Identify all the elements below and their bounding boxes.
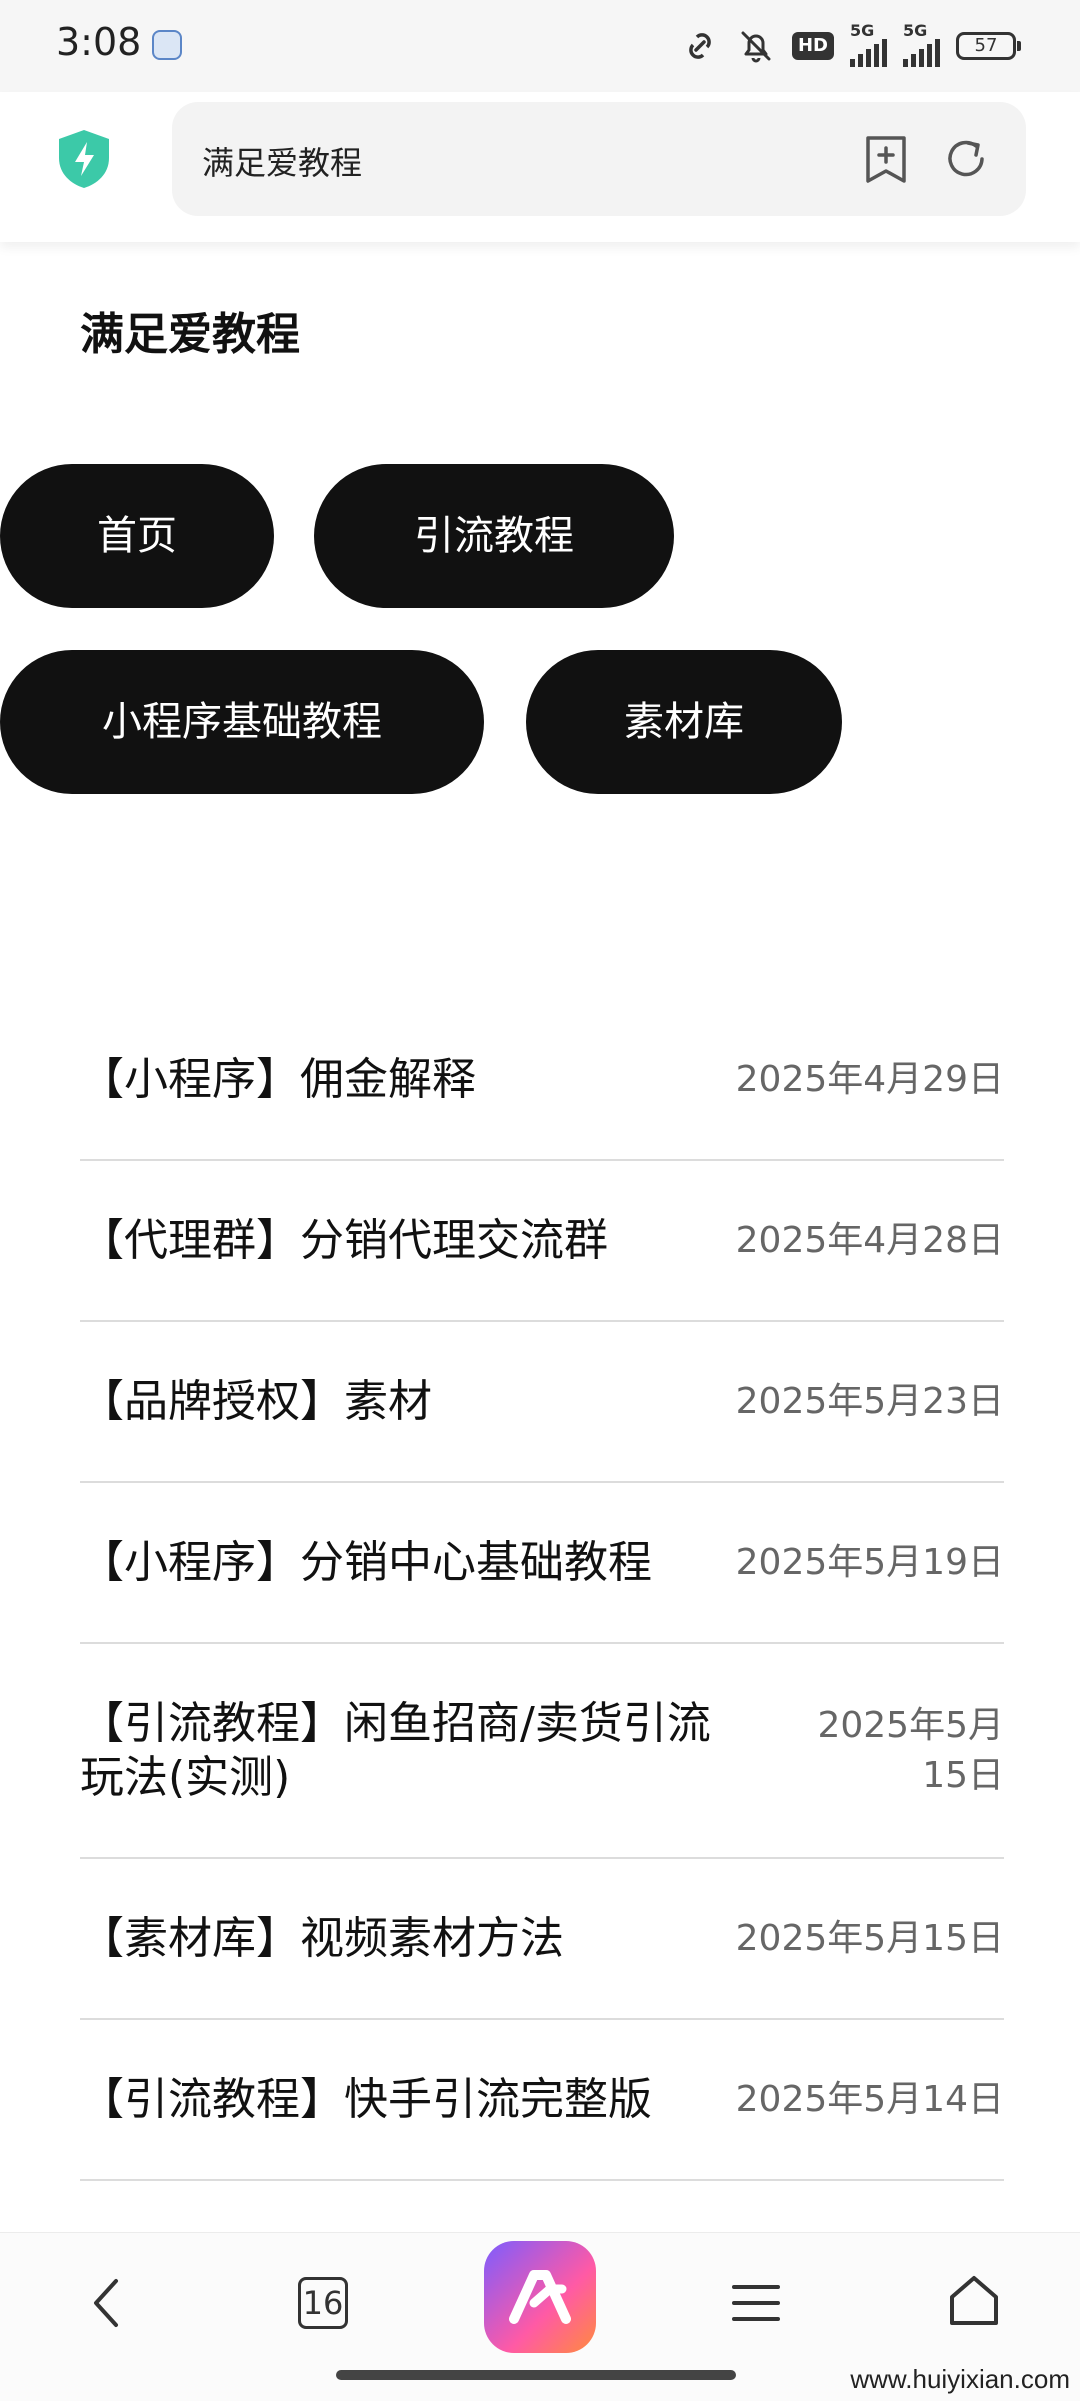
- article-title[interactable]: 【小程序】分销中心基础教程: [80, 1536, 720, 1590]
- nav-pill-miniprogram-basics[interactable]: 小程序基础教程: [0, 650, 484, 794]
- refresh-icon[interactable]: [942, 135, 990, 183]
- article-title[interactable]: 【素材库】视频素材方法: [80, 1912, 720, 1966]
- article-date: 2025年4月29日: [735, 1058, 1004, 1100]
- nav-pill-home[interactable]: 首页: [0, 464, 274, 608]
- article-date: 2025年5月14日: [735, 2078, 1004, 2120]
- article-title[interactable]: 【小程序】佣金解释: [80, 1053, 720, 1107]
- signal-icon: 5G: [850, 21, 887, 67]
- browser-toolbar: 满足爱教程: [0, 92, 1080, 242]
- battery-icon: 57: [956, 32, 1021, 60]
- home-icon[interactable]: [946, 2273, 1002, 2329]
- list-item[interactable]: 【小程序】分销中心基础教程 2025年5月19日: [80, 1483, 1004, 1644]
- article-date: 2025年5月15日: [735, 1917, 1004, 1959]
- back-icon[interactable]: [86, 2273, 126, 2333]
- article-date: 2025年4月28日: [735, 1219, 1004, 1261]
- article-date: 2025年5月23日: [735, 1380, 1004, 1422]
- article-list: 【小程序】佣金解释 2025年4月29日 【代理群】分销代理交流群 2025年4…: [80, 1000, 1004, 2181]
- article-title[interactable]: 【品牌授权】素材: [80, 1375, 720, 1429]
- shield-bolt-icon[interactable]: [56, 128, 112, 190]
- app-notification-icon: [152, 30, 182, 60]
- address-bar[interactable]: 满足爱教程: [172, 102, 1026, 216]
- hd-badge: HD: [791, 32, 834, 60]
- watermark-text: www.huiyixian.com: [850, 2364, 1070, 2394]
- ai-logo-icon: [509, 2270, 571, 2324]
- nav-pill-traffic-tutorial[interactable]: 引流教程: [314, 464, 674, 608]
- address-text[interactable]: 满足爱教程: [202, 138, 362, 184]
- tabs-button[interactable]: 16: [298, 2277, 348, 2329]
- bell-muted-icon: [741, 31, 771, 63]
- article-date: 2025年5月19日: [735, 1541, 1004, 1583]
- signal-icon: 5G: [903, 21, 940, 67]
- article-title[interactable]: 【代理群】分销代理交流群: [80, 1214, 720, 1268]
- article-date: 2025年5月15日: [817, 1704, 1004, 1796]
- list-item[interactable]: 【引流教程】快手引流完整版 2025年5月14日: [80, 2020, 1004, 2181]
- status-time: 3:08: [56, 20, 142, 64]
- list-item[interactable]: 【引流教程】闲鱼招商/卖货引流玩法(实测) 2025年5月15日: [80, 1644, 1004, 1859]
- list-item[interactable]: 【素材库】视频素材方法 2025年5月15日: [80, 1859, 1004, 2020]
- list-item[interactable]: 【代理群】分销代理交流群 2025年4月28日: [80, 1161, 1004, 1322]
- link-icon: [689, 33, 711, 59]
- list-item[interactable]: 【品牌授权】素材 2025年5月23日: [80, 1322, 1004, 1483]
- site-title[interactable]: 满足爱教程: [80, 298, 300, 362]
- list-item[interactable]: 【小程序】佣金解释 2025年4月29日: [80, 1000, 1004, 1161]
- menu-icon[interactable]: [730, 2279, 782, 2327]
- bookmark-add-icon[interactable]: [862, 135, 910, 185]
- nav-pill-material-library[interactable]: 素材库: [526, 650, 842, 794]
- status-bar: 3:08 HD 5G 5G 57: [0, 0, 1080, 92]
- ai-assistant-button[interactable]: [484, 2241, 596, 2353]
- article-title[interactable]: 【引流教程】闲鱼招商/卖货引流玩法(实测): [80, 1697, 720, 1805]
- home-indicator[interactable]: [336, 2370, 736, 2380]
- article-title[interactable]: 【引流教程】快手引流完整版: [80, 2073, 720, 2127]
- status-icons: HD 5G 5G 57: [680, 21, 1021, 68]
